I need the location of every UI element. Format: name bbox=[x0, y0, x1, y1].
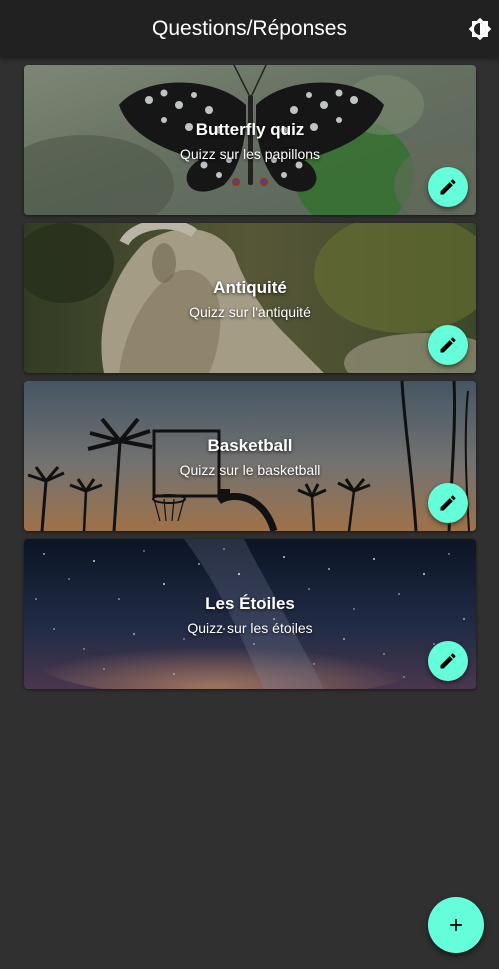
edit-quiz-button[interactable] bbox=[428, 325, 468, 365]
quiz-title: Antiquité bbox=[213, 278, 287, 297]
quiz-title: Basketball bbox=[207, 436, 293, 455]
app-bar: Questions/Réponses bbox=[0, 0, 499, 57]
quiz-subtitle: Quizz sur les étoiles bbox=[187, 620, 313, 636]
app-title: Questions/Réponses bbox=[152, 17, 347, 40]
quiz-card-etoiles[interactable]: Les Étoiles Quizz sur les étoiles bbox=[24, 539, 476, 689]
pencil-icon bbox=[440, 337, 456, 353]
quiz-list: Butterfly quiz Quizz sur les papillons A… bbox=[24, 65, 476, 697]
pencil-icon bbox=[440, 653, 456, 669]
quiz-subtitle: Quizz sur l'antiquité bbox=[189, 304, 311, 320]
quiz-subtitle: Quizz sur le basketball bbox=[179, 462, 321, 478]
quiz-card-basketball[interactable]: Basketball Quizz sur le basketball bbox=[24, 381, 476, 531]
brightness-icon bbox=[468, 17, 492, 41]
quiz-title: Butterfly quiz bbox=[195, 120, 305, 139]
edit-quiz-button[interactable] bbox=[428, 167, 468, 207]
edit-quiz-button[interactable] bbox=[428, 483, 468, 523]
quiz-card-butterfly[interactable]: Butterfly quiz Quizz sur les papillons bbox=[24, 65, 476, 215]
quiz-card-antiquite[interactable]: Antiquité Quizz sur l'antiquité bbox=[24, 223, 476, 373]
quiz-title: Les Étoiles bbox=[205, 594, 295, 613]
quiz-subtitle: Quizz sur les papillons bbox=[179, 146, 321, 162]
edit-quiz-button[interactable] bbox=[428, 641, 468, 681]
plus-icon bbox=[450, 919, 462, 931]
pencil-icon bbox=[440, 179, 456, 195]
add-quiz-button[interactable] bbox=[428, 897, 484, 953]
theme-toggle-button[interactable] bbox=[467, 16, 493, 42]
pencil-icon bbox=[440, 495, 456, 511]
